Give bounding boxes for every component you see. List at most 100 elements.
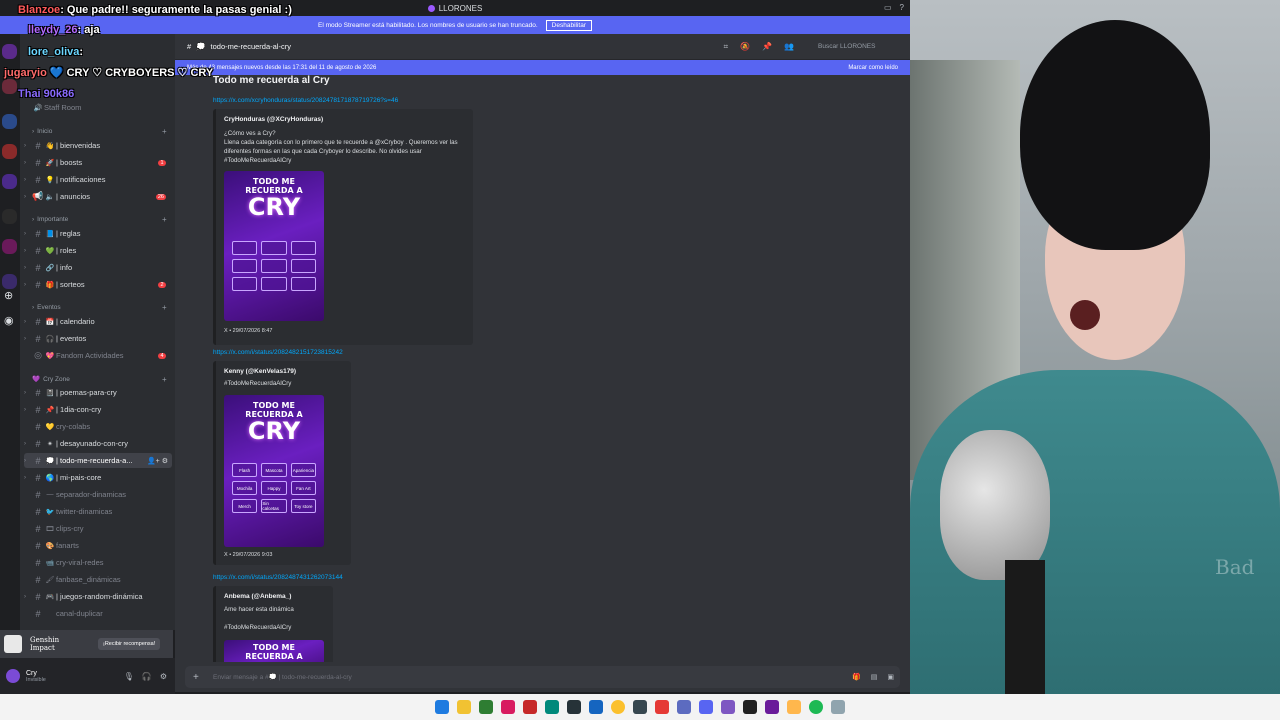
app-icon[interactable] <box>765 700 779 714</box>
server-item[interactable] <box>2 209 17 224</box>
embed-image[interactable]: TODO ME RECUERDA A <box>224 640 324 662</box>
embed-image[interactable]: TODO ME RECUERDA A CRY <box>224 171 324 321</box>
sidebar-item-todo-me-recuerda[interactable]: › # 💭 | todo-me-recuerda-a... 👤+ ⚙ <box>24 453 172 468</box>
server-item[interactable] <box>2 114 17 129</box>
members-icon[interactable]: 👥 <box>784 42 794 52</box>
embed-card: Anbema (@Anbema_) Ame hacer esta dinámic… <box>213 586 333 662</box>
sidebar-item-calendario[interactable]: › # 📅 | calendario <box>24 314 172 329</box>
server-item[interactable] <box>2 274 17 289</box>
sidebar-item-twitter[interactable]: # 🐦 twitter-dinamicas <box>24 504 172 519</box>
category-inicio[interactable]: › Inicio + <box>32 127 167 136</box>
category-cryzone[interactable]: 💜 Cry Zone + <box>32 375 167 384</box>
app-icon[interactable] <box>545 700 559 714</box>
headset-icon[interactable]: 🎧 <box>142 672 152 681</box>
sidebar-item-fanarts[interactable]: # 🎨 fanarts <box>24 538 172 553</box>
app-icon[interactable] <box>567 700 581 714</box>
server-item[interactable] <box>2 174 17 189</box>
server-item[interactable] <box>2 144 17 159</box>
microphone-icon[interactable]: 🎙 <box>124 672 134 681</box>
inbox-icon[interactable]: ▭ <box>884 3 892 12</box>
server-item[interactable] <box>2 79 17 94</box>
spotify-icon[interactable] <box>809 700 823 714</box>
hash-icon: # <box>35 316 41 327</box>
app-icon[interactable] <box>501 700 515 714</box>
file-explorer-icon[interactable] <box>457 700 471 714</box>
message-link[interactable]: https://x.com/xcryhonduras/status/208247… <box>213 97 398 104</box>
app-icon[interactable] <box>479 700 493 714</box>
sidebar-item-viral[interactable]: # 📹 cry-viral-redes <box>24 555 172 570</box>
settings-icon[interactable]: 👤+ ⚙ <box>147 457 168 465</box>
category-importante[interactable]: › Importante + <box>32 215 167 224</box>
app-icon[interactable] <box>721 700 735 714</box>
sidebar-item-colabs[interactable]: # 💛 cry-colabs <box>24 419 172 434</box>
sidebar-item-mi-pais[interactable]: › # 🌎 | mi-pais-core <box>24 470 172 485</box>
sidebar-item-bienvenidas[interactable]: › # 👋 | bienvenidas <box>24 138 172 153</box>
threads-icon[interactable]: ⌗ <box>724 42 729 52</box>
sidebar-item-roles[interactable]: › # 💚 | roles <box>24 243 172 258</box>
windows-start-icon[interactable] <box>435 700 449 714</box>
sticker-icon[interactable]: ▣ <box>887 673 894 681</box>
sidebar-item-staff-room[interactable]: 🔊 Staff Room <box>24 100 172 115</box>
app-icon[interactable] <box>655 700 669 714</box>
add-channel-icon[interactable]: + <box>162 215 167 224</box>
gif-icon[interactable]: ▤ <box>871 673 878 681</box>
embed-author[interactable]: Anbema (@Anbema_) <box>224 593 291 600</box>
message-input[interactable]: + Enviar mensaje a #💭 | todo-me-recuerda… <box>185 666 900 688</box>
mark-as-read-button[interactable]: Marcar como leído <box>848 65 898 71</box>
app-icon[interactable] <box>677 700 691 714</box>
gear-icon[interactable]: ⚙ <box>160 672 167 681</box>
steam-icon[interactable] <box>633 700 647 714</box>
sidebar-item-canal-duplicar[interactable]: # canal-duplicar <box>24 606 172 621</box>
discord-icon[interactable] <box>699 700 713 714</box>
app-icon[interactable] <box>523 700 537 714</box>
sidebar-item-desayunado[interactable]: › # ✴ | desayunado-con-cry <box>24 436 172 451</box>
add-channel-icon[interactable]: + <box>162 303 167 312</box>
app-icon[interactable] <box>589 700 603 714</box>
disable-button[interactable]: Deshabilitar <box>545 19 592 31</box>
explore-icon[interactable]: ◉ <box>4 314 14 327</box>
image-cell <box>232 259 258 273</box>
embed-author[interactable]: CryHonduras (@XCryHonduras) <box>224 116 323 123</box>
sidebar-item-poemas[interactable]: › # 📓 | poemas-para-cry <box>24 385 172 400</box>
add-channel-icon[interactable]: + <box>162 127 167 136</box>
message-link[interactable]: https://x.com/i/status/20824821517238152… <box>213 349 343 356</box>
sidebar-item-juegos[interactable]: › # 🎮 | juegos-random-dinámica <box>24 589 172 604</box>
sidebar-item-boosts[interactable]: › # 🚀 | boosts 1 <box>24 155 172 170</box>
app-icon[interactable] <box>831 700 845 714</box>
new-messages-bar[interactable]: Más de 43 mensajes nuevos desde las 17:3… <box>175 60 910 75</box>
sidebar-item-separador[interactable]: # ― separador-dinamicas <box>24 487 172 502</box>
avatar[interactable] <box>6 669 20 683</box>
server-item[interactable] <box>2 239 17 254</box>
chrome-icon[interactable] <box>611 700 625 714</box>
pin-icon[interactable]: 📌 <box>762 42 772 52</box>
add-server-icon[interactable]: ⊕ <box>4 289 13 302</box>
sidebar-item-fandom[interactable]: ◎ 💖 Fandom Actividades 4 <box>24 348 172 363</box>
sidebar-item-fanbase[interactable]: # 🖌 fanbase_dinámicas <box>24 572 172 587</box>
sidebar-item-anuncios[interactable]: › 📢 🔈 | anuncios 26 <box>24 189 172 204</box>
sidebar-item-notificaciones[interactable]: › # 💡 | notificaciones <box>24 172 172 187</box>
app-icon[interactable] <box>787 700 801 714</box>
sidebar-item-1dia[interactable]: › # 📌 | 1dia-con-cry <box>24 402 172 417</box>
embed-author[interactable]: Kenny (@KenVelas179) <box>224 368 296 375</box>
server-item[interactable] <box>2 44 17 59</box>
embed-image[interactable]: TODO ME RECUERDA A CRY Flash Mascota Apa… <box>224 395 324 547</box>
speaker-icon: 🔊 <box>33 104 43 112</box>
search-input[interactable]: Buscar LLORONES <box>818 43 898 50</box>
add-channel-icon[interactable]: + <box>162 375 167 384</box>
help-icon[interactable]: ? <box>900 3 904 12</box>
sidebar-item-eventos[interactable]: › # 🎧 | eventos <box>24 331 172 346</box>
claim-reward-button[interactable]: ¡Recibir recompensa! <box>98 638 161 650</box>
sidebar-item-clips[interactable]: # 🎞 clips-cry <box>24 521 172 536</box>
sidebar-item-reglas[interactable]: › # 📘 | reglas <box>24 226 172 241</box>
sidebar-item-sorteos[interactable]: › # 🎁 | sorteos 2 <box>24 277 172 292</box>
gift-icon[interactable]: 🎁 <box>852 673 861 681</box>
message-link[interactable]: https://x.com/i/status/20824874312620731… <box>213 574 343 581</box>
add-attachment-icon[interactable]: + <box>193 672 199 683</box>
separator-icon: ― <box>46 491 54 498</box>
sidebar-item-info[interactable]: › # 🔗 | info <box>24 260 172 275</box>
game-promo[interactable]: Genshin Impact ¡Recibir recompensa! <box>0 630 173 658</box>
category-eventos[interactable]: › Eventos + <box>32 303 167 312</box>
app-icon[interactable] <box>743 700 757 714</box>
new-messages-text: Más de 43 mensajes nuevos desde las 17:3… <box>187 64 377 71</box>
notification-bell-icon[interactable]: 🔕 <box>740 42 750 52</box>
